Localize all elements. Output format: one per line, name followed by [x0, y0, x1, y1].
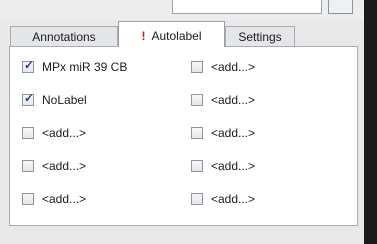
label-checkbox[interactable]: [22, 127, 34, 139]
label-text: <add...>: [42, 126, 87, 140]
top-value-field[interactable]: [172, 0, 322, 14]
label-checkbox[interactable]: [191, 61, 203, 73]
label-text: <add...>: [211, 159, 256, 173]
label-text: <add...>: [42, 192, 87, 206]
label-checkbox[interactable]: [191, 193, 203, 205]
tab-annotations-label: Annotations: [32, 30, 96, 44]
label-text: <add...>: [211, 192, 256, 206]
label-text: <add...>: [211, 60, 256, 74]
label-text: NoLabel: [42, 93, 87, 107]
label-checkbox[interactable]: [22, 193, 34, 205]
label-checkbox[interactable]: [22, 160, 34, 172]
label-text: <add...>: [42, 159, 87, 173]
panel-footer-area: [0, 226, 364, 244]
tab-annotations[interactable]: Annotations: [10, 26, 118, 46]
label-checkbox[interactable]: [22, 91, 34, 106]
label-checkbox[interactable]: [191, 160, 203, 172]
tab-settings-label: Settings: [238, 30, 282, 44]
warning-icon: !: [141, 29, 146, 43]
label-text: <add...>: [211, 93, 256, 107]
label-text: <add...>: [211, 126, 256, 140]
tab-autolabel-label: Autolabel: [151, 29, 202, 43]
label-checkbox[interactable]: [191, 127, 203, 139]
top-strip: [0, 0, 377, 20]
tab-settings[interactable]: Settings: [225, 26, 295, 46]
top-field-button[interactable]: [328, 0, 353, 14]
window-edge: [364, 0, 377, 244]
label-text: MPx miR 39 CB: [42, 60, 128, 74]
tab-autolabel[interactable]: ! Autolabel: [118, 21, 225, 47]
autolabel-panel: MPx miR 39 CB NoLabel <add...> <add...> …: [9, 46, 358, 226]
label-checkbox[interactable]: [22, 58, 34, 73]
label-checkbox[interactable]: [191, 94, 203, 106]
